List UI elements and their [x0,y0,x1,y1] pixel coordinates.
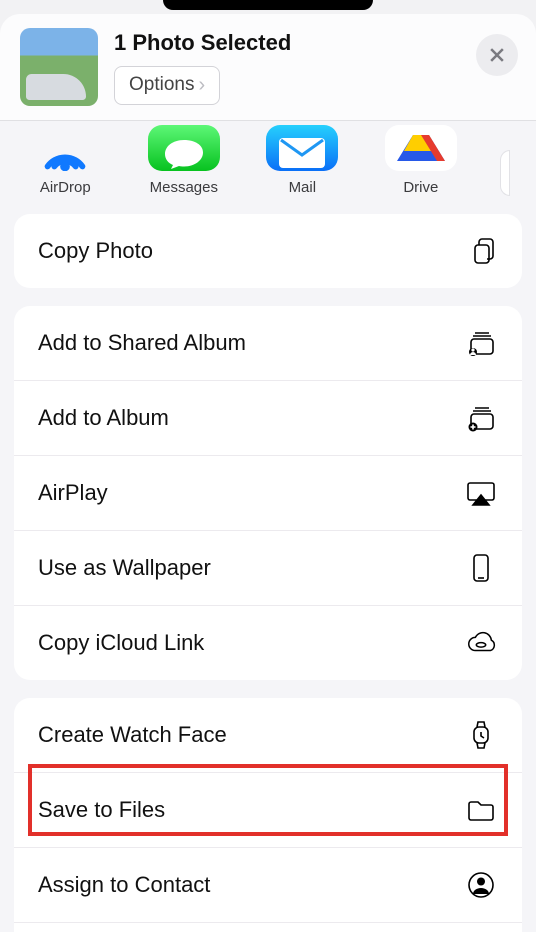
share-target-label: AirDrop [40,179,91,196]
share-target-mail[interactable]: Mail [263,125,342,196]
action-group-2: Create Watch Face Save to Files Assign t… [14,698,522,932]
header-text: 1 Photo Selected Options › [114,30,291,105]
phone-icon [464,551,498,585]
action-label: Assign to Contact [38,872,210,898]
action-wallpaper[interactable]: Use as Wallpaper [14,530,522,605]
share-target-label: Mail [289,179,317,196]
action-copy-photo[interactable]: Copy Photo [14,214,522,288]
drive-icon [385,125,457,171]
cloud-link-icon [464,626,498,660]
device-notch [163,0,373,10]
chevron-right-icon: › [198,74,205,97]
action-watch-face[interactable]: Create Watch Face [14,698,522,772]
options-button[interactable]: Options › [114,66,220,105]
action-groups: Copy Photo Add to Shared Album Add to Al… [0,214,536,932]
share-target-label: Messages [150,179,218,196]
shared-album-icon [464,326,498,360]
airdrop-icon [29,125,101,171]
action-label: AirPlay [38,480,108,506]
share-target-messages[interactable]: Messages [145,125,224,196]
selection-title: 1 Photo Selected [114,30,291,56]
action-assign-contact[interactable]: Assign to Contact [14,847,522,922]
more-apps-peek[interactable] [500,150,510,196]
action-label: Save to Files [38,797,165,823]
action-label: Create Watch Face [38,722,227,748]
share-target-drive[interactable]: Drive [382,125,461,196]
share-target-airdrop[interactable]: AirDrop [26,125,105,196]
share-header: 1 Photo Selected Options › [0,14,536,121]
close-button[interactable] [476,34,518,76]
action-group-1: Add to Shared Album Add to Album AirPlay… [14,306,522,680]
photo-thumbnail[interactable] [20,28,98,106]
options-label: Options [129,74,194,96]
action-save-to-files[interactable]: Save to Files [14,772,522,847]
contact-icon [464,868,498,902]
messages-icon [148,125,220,171]
folder-icon [464,793,498,827]
album-add-icon [464,401,498,435]
action-label: Use as Wallpaper [38,555,211,581]
close-icon [487,45,507,65]
copy-icon [464,234,498,268]
share-target-label: Drive [403,179,438,196]
action-label: Add to Shared Album [38,330,246,356]
action-print[interactable]: Print [14,922,522,932]
action-label: Copy Photo [38,238,153,264]
watch-icon [464,718,498,752]
action-label: Add to Album [38,405,169,431]
airplay-icon [464,476,498,510]
action-add-shared-album[interactable]: Add to Shared Album [14,306,522,380]
share-sheet: 1 Photo Selected Options › AirDrop [0,14,536,932]
action-label: Copy iCloud Link [38,630,204,656]
mail-icon [266,125,338,171]
share-targets-row: AirDrop Messages Mail Drive [0,121,536,214]
action-group-0: Copy Photo [14,214,522,288]
action-airplay[interactable]: AirPlay [14,455,522,530]
action-icloud-link[interactable]: Copy iCloud Link [14,605,522,680]
action-add-album[interactable]: Add to Album [14,380,522,455]
